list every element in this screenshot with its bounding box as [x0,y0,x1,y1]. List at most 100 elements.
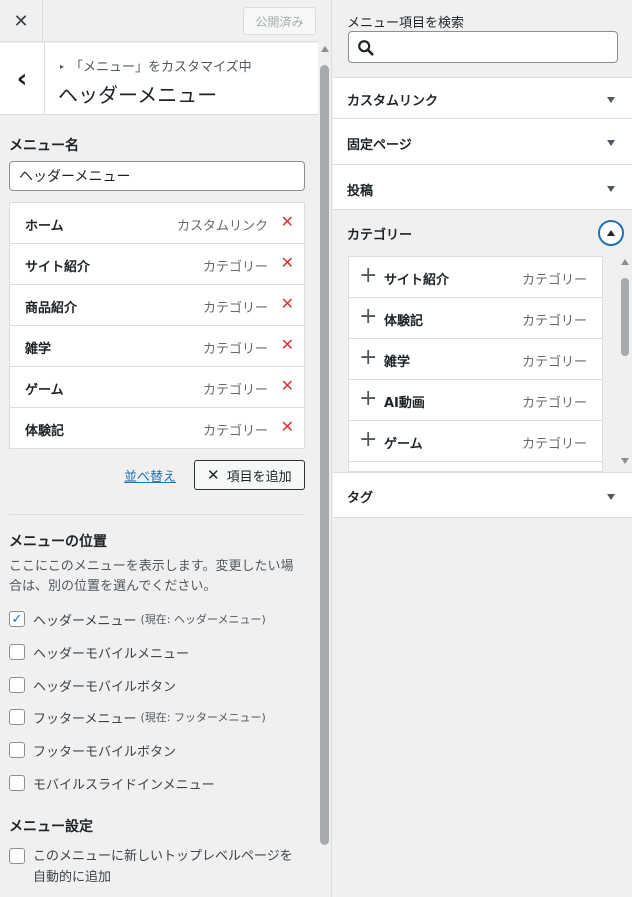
menu-item-row[interactable]: サイト紹介 カテゴリー ✕ [10,244,304,285]
section-title: カスタムリンク [347,94,439,109]
item-type: カテゴリー [521,437,587,452]
section-post[interactable]: 投稿 [333,164,632,210]
item-type: カテゴリー [521,314,587,329]
remove-icon[interactable]: ✕ [281,212,294,231]
checkbox[interactable] [9,848,25,864]
section-tag[interactable]: タグ [333,472,632,518]
scroll-up-arrow-icon[interactable] [621,259,629,265]
menu-item-row[interactable]: ゲーム カテゴリー ✕ [10,367,304,408]
menu-item-type: カテゴリー [202,424,268,439]
location-option-footer-mobile-button[interactable]: フッターモバイルボタン [9,740,176,760]
location-option-header-menu[interactable]: ✓ ヘッダーメニュー (現在: ヘッダーメニュー) [9,609,266,629]
close-icon: ✕ [13,10,29,32]
checkbox[interactable] [9,644,25,660]
scroll-up-arrow-icon[interactable] [321,46,329,52]
checkbox[interactable] [9,742,25,758]
scroll-down-arrow-icon[interactable] [621,458,629,464]
menu-settings-title: メニュー設定 [9,819,93,835]
list-item[interactable]: + 体験記 カテゴリー [349,298,602,339]
location-label: モバイルスライドインメニュー [33,777,215,793]
location-option-footer-menu[interactable]: フッターメニュー (現在: フッターメニュー) [9,707,266,727]
menu-item-row[interactable]: ホーム カスタムリンク ✕ [10,203,304,244]
auto-add-pages-option[interactable]: このメニューに新しいトップレベルページを 自動的に追加 [9,846,293,888]
list-item[interactable]: + 雑学 カテゴリー [349,339,602,380]
list-item[interactable]: + ゲーム カテゴリー [349,421,602,462]
chevron-down-icon [607,140,615,146]
menu-items-list: ホーム カスタムリンク ✕ サイト紹介 カテゴリー ✕ 商品紹介 カテゴリー ✕ 雑学 カテゴ… [9,202,305,449]
add-items-button[interactable]: ✕ 項目を追加 [194,460,305,490]
reorder-link[interactable]: 並べ替え [124,466,176,485]
category-list-scrollbar[interactable] [619,256,631,468]
close-icon: ✕ [207,466,220,484]
location-option-mobile-slidein-menu[interactable]: モバイルスライドインメニュー [9,773,215,793]
section-title: 固定ページ [347,138,412,153]
menu-name-label: メニュー名 [9,138,79,154]
remove-icon[interactable]: ✕ [281,417,294,436]
plus-icon: + [359,345,378,370]
chevron-down-icon [607,97,615,103]
item-title: ゲーム [384,437,423,452]
section-category: カテゴリー + サイト紹介 カテゴリー + 体験記 カテゴリー + 雑学 カテゴリー + AI… [333,209,632,472]
section-title-bar: ‹ ▸ 「メニュー」をカスタマイズ中 ヘッダーメニュー [0,43,318,115]
location-label: ヘッダーモバイルメニュー [33,646,190,662]
add-items-label: 項目を追加 [226,469,292,485]
item-title: サイト紹介 [384,273,450,288]
checkbox-checked[interactable]: ✓ [9,611,25,627]
menu-item-type: カテゴリー [202,342,268,357]
search-input[interactable] [381,35,611,59]
publish-button[interactable]: 公開済み [243,7,316,35]
scrollbar-thumb[interactable] [621,278,629,356]
menu-name-input[interactable] [9,161,305,191]
menu-item-row[interactable]: 体験記 カテゴリー ✕ [10,408,304,448]
auto-add-label-line1: このメニューに新しいトップレベルページを [33,849,293,864]
remove-icon[interactable]: ✕ [281,294,294,313]
remove-icon[interactable]: ✕ [281,253,294,272]
menu-item-row[interactable]: 雑学 カテゴリー ✕ [10,326,304,367]
location-option-header-mobile-menu[interactable]: ヘッダーモバイルメニュー [9,642,189,662]
section-fixed-page[interactable]: 固定ページ [333,118,632,164]
location-option-header-mobile-button[interactable]: ヘッダーモバイルボタン [9,675,176,695]
search-box[interactable] [348,31,618,63]
menu-item-title: 雑学 [25,342,52,357]
item-title: AI動画 [384,396,425,411]
menu-item-type: カスタムリンク [176,219,268,234]
menu-item-title: 商品紹介 [25,301,78,316]
location-label: フッターモバイルボタン [33,744,177,760]
list-item[interactable] [349,462,602,471]
checkbox[interactable] [9,709,25,725]
close-customizer-button[interactable]: ✕ [0,0,43,42]
plus-icon: + [359,304,378,329]
item-type: カテゴリー [521,355,587,370]
section-custom-link[interactable]: カスタムリンク [333,77,632,118]
location-note: (現在: フッターメニュー) [140,711,266,724]
breadcrumb-text: 「メニュー」をカスタマイズ中 [70,60,252,75]
chevron-left-icon: ‹ [16,64,28,94]
item-title: 雑学 [384,355,411,370]
collapse-category-button[interactable] [598,220,624,246]
menu-item-title: ホーム [25,219,64,234]
section-title: カテゴリー [347,228,413,243]
remove-icon[interactable]: ✕ [281,376,294,395]
category-items-list: + サイト紹介 カテゴリー + 体験記 カテゴリー + 雑学 カテゴリー + AI動画 カテゴリ… [348,256,603,472]
auto-add-label: このメニューに新しいトップレベルページを 自動的に追加 [33,846,293,888]
section-title: タグ [347,491,374,506]
list-item[interactable]: + AI動画 カテゴリー [349,380,602,421]
list-item[interactable]: + サイト紹介 カテゴリー [349,257,602,298]
location-label: ヘッダーメニュー [33,613,137,629]
menu-item-type: カテゴリー [202,260,268,275]
location-note: (現在: ヘッダーメニュー) [140,613,266,626]
remove-icon[interactable]: ✕ [281,335,294,354]
plus-icon: + [359,386,378,411]
menu-item-title: 体験記 [25,424,65,439]
item-title: 体験記 [384,314,424,329]
menu-item-row[interactable]: 商品紹介 カテゴリー ✕ [10,285,304,326]
checkbox[interactable] [9,677,25,693]
plus-icon: + [359,263,378,288]
search-icon [358,40,374,56]
scrollbar-thumb[interactable] [320,65,329,845]
back-button[interactable]: ‹ [0,43,45,115]
chevron-down-icon [607,494,615,500]
checkbox[interactable] [9,775,25,791]
sidebar-scrollbar[interactable] [318,43,331,897]
customizer-sidebar: ✕ 公開済み ‹ ▸ 「メニュー」をカスタマイズ中 ヘッダーメニュー メニュー名 … [0,0,332,897]
